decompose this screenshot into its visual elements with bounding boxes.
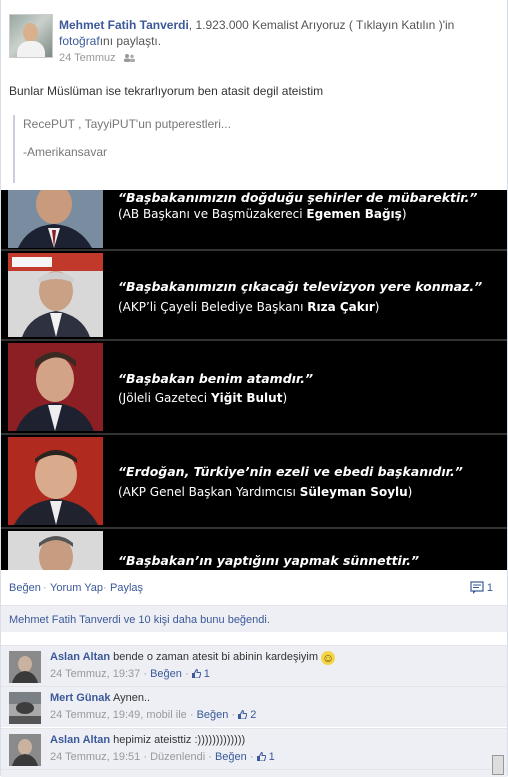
comment-count[interactable]: 1 xyxy=(470,581,493,594)
comment-body: Aslan Altan hepimiz ateisttiz :)))))))))… xyxy=(50,734,245,746)
story-actions: Beğen · Yorum Yap · Paylaş 1 xyxy=(1,575,507,601)
commenter-name[interactable]: Mert Günak xyxy=(50,692,111,704)
photo-row: “Başbakan benim atamdır.” (Jöleli Gazete… xyxy=(1,341,507,433)
headline-text-2: ını paylaştı. xyxy=(99,34,162,48)
caption-line: RecePUT , TayyiPUT'un putperestleri... xyxy=(23,117,231,131)
comment-item: Aslan Altan bende o zaman atesit bi abin… xyxy=(1,645,507,686)
quote-text: “Başbakan benim atamdır.” xyxy=(118,371,314,386)
comment-time[interactable]: 24 Temmuz, 19:51 xyxy=(50,751,140,763)
photo-row: “Başbakanımızın doğduğu şehirler de müba… xyxy=(1,190,507,250)
commenter-avatar[interactable] xyxy=(9,651,41,683)
scrollbar-thumb[interactable] xyxy=(492,755,504,775)
story-meta: 24 Temmuz xyxy=(59,52,135,64)
like-button[interactable]: Beğen xyxy=(9,582,41,594)
action-separator: · xyxy=(43,582,47,594)
comment-like-count[interactable]: 1 xyxy=(191,668,210,680)
comment-time[interactable]: 24 Temmuz, 19:37 xyxy=(50,668,140,680)
comment-item: Aslan Altan hepimiz ateisttiz :)))))))))… xyxy=(1,728,507,769)
comment-meta: 24 Temmuz, 19:51 · Düzenlendi · Beğen · … xyxy=(50,751,275,763)
shared-caption: RecePUT , TayyiPUT'un putperestleri... -… xyxy=(13,115,503,183)
comment-button[interactable]: Yorum Yap xyxy=(50,582,103,594)
comment-text: bende o zaman atesit bi abinin kardeşiyi… xyxy=(113,651,319,663)
comment-item: Mert Günak Aynen.. 24 Temmuz, 19:49, mob… xyxy=(1,686,507,727)
comment-text: Aynen.. xyxy=(112,692,151,704)
headline-text: , 1.923.000 Kemalist Arıyoruz ( Tıklayın… xyxy=(188,18,455,32)
portrait-image xyxy=(8,190,103,248)
likes-summary: Mehmet Fatih Tanverdi ve 10 kişi daha bu… xyxy=(1,605,507,632)
photo-link[interactable]: fotoğraf xyxy=(59,34,100,48)
caption-line: -Amerikansavar xyxy=(23,145,108,159)
action-separator: · xyxy=(103,582,107,594)
comment-like-button[interactable]: Beğen xyxy=(150,668,182,680)
story-message: Bunlar Müslüman ise tekrarlıyorum ben at… xyxy=(9,84,324,98)
quote-source: (AKP’li Çayeli Belediye Başkanı Rıza Çak… xyxy=(118,300,380,314)
likes-text[interactable]: Mehmet Fatih Tanverdi ve 10 kişi daha bu… xyxy=(9,614,270,626)
story-headline: Mehmet Fatih Tanverdi, 1.923.000 Kemalis… xyxy=(59,17,499,49)
smile-emoji-icon: ☺ xyxy=(321,651,336,665)
comment-like-button[interactable]: Beğen xyxy=(197,709,229,721)
quote-source: (AKP Genel Başkan Yardımcısı Süleyman So… xyxy=(118,485,413,499)
author-name-link[interactable]: Mehmet Fatih Tanverdi xyxy=(59,18,189,32)
comment-like-count[interactable]: 2 xyxy=(238,709,256,721)
timestamp[interactable]: 24 Temmuz xyxy=(59,52,116,64)
comment-like-button[interactable]: Beğen xyxy=(215,751,247,763)
comment-time[interactable]: 24 Temmuz, 19:49, mobil ile xyxy=(50,709,187,721)
shared-photo[interactable]: “Başbakanımızın doğduğu şehirler de müba… xyxy=(1,190,507,570)
thumbs-up-icon xyxy=(191,669,201,678)
quote-source: (Jöleli Gazeteci Yiğit Bulut) xyxy=(118,391,288,405)
comment-bubble-icon xyxy=(470,581,484,594)
quote-text: “Başbakanımızın doğduğu şehirler de müba… xyxy=(118,190,478,205)
commenter-name[interactable]: Aslan Altan xyxy=(50,734,110,746)
quote-text: “Erdoğan, Türkiye’nin ezeli ve ebedi baş… xyxy=(118,464,463,479)
quote-text: “Başbakan’ın yaptığını yapmak sünnettir.… xyxy=(118,553,420,568)
edited-label[interactable]: Düzenlendi xyxy=(150,751,205,763)
photo-row: “Başbakan’ın yaptığını yapmak sünnettir.… xyxy=(1,529,507,570)
commenter-name[interactable]: Aslan Altan xyxy=(50,651,110,663)
share-button[interactable]: Paylaş xyxy=(110,582,143,594)
portrait-image xyxy=(8,343,103,431)
friends-audience-icon[interactable] xyxy=(123,54,135,62)
quote-source: (AB Başkanı ve Başmüzakereci Egemen Bağı… xyxy=(118,207,407,221)
photo-row: “Erdoğan, Türkiye’nin ezeli ve ebedi baş… xyxy=(1,435,507,527)
comment-body: Mert Günak Aynen.. xyxy=(50,692,150,704)
thumbs-up-icon xyxy=(238,710,248,719)
portrait-image xyxy=(8,437,103,525)
comment-like-count[interactable]: 1 xyxy=(256,751,275,763)
comment-meta: 24 Temmuz, 19:37 · Beğen · 1 xyxy=(50,668,210,680)
commenter-avatar[interactable] xyxy=(9,734,41,766)
portrait-image xyxy=(8,531,103,570)
quote-text: “Başbakanımızın çıkacağı televizyon yere… xyxy=(118,279,483,294)
thumbs-up-icon xyxy=(256,752,266,761)
comment-meta: 24 Temmuz, 19:49, mobil ile · Beğen · 2 xyxy=(50,709,257,721)
author-avatar[interactable] xyxy=(9,14,53,58)
comment-text: hepimiz ateisttiz :))))))))))))) xyxy=(113,734,246,746)
photo-row: “Başbakanımızın çıkacağı televizyon yere… xyxy=(1,251,507,339)
commenter-avatar[interactable] xyxy=(9,692,41,724)
comment-body: Aslan Altan bende o zaman atesit bi abin… xyxy=(50,651,336,665)
portrait-image xyxy=(8,253,103,337)
feed-story: Mehmet Fatih Tanverdi, 1.923.000 Kemalis… xyxy=(0,0,508,777)
